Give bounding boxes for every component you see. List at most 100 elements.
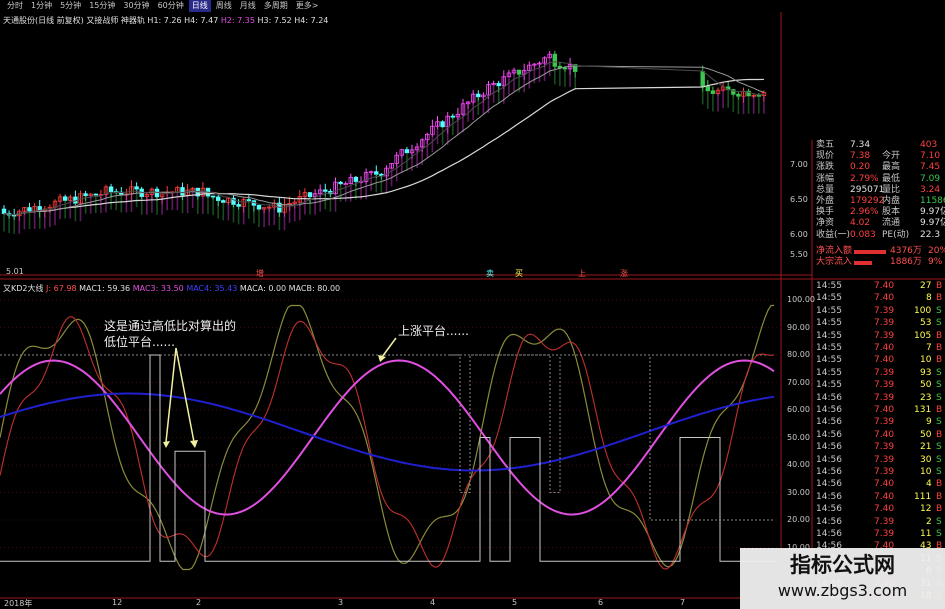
tick-direction: S [936, 467, 942, 477]
quote-row: 卖五 7.34 403 [812, 140, 945, 151]
tick-row[interactable]: 14:56 7.39 21 S [812, 442, 945, 454]
ind-name: 又KD2大线 [3, 284, 44, 293]
tick-row[interactable]: 14:55 7.40 8 B [812, 293, 945, 305]
period-tab[interactable]: 30分钟 [120, 0, 152, 12]
period-tab[interactable]: 多周期 [261, 0, 291, 12]
quote-value-right: 9.97亿 [920, 207, 945, 218]
period-tab[interactable]: 15分钟 [86, 0, 118, 12]
quote-value: 0.20 [850, 162, 871, 173]
period-tab[interactable]: 分时 [4, 0, 26, 12]
period-tab[interactable]: 周线 [213, 0, 235, 12]
tick-direction: S [936, 442, 942, 453]
tick-row[interactable]: 14:55 7.40 10 B [812, 355, 945, 367]
tick-row[interactable]: 14:55 7.39 100 S [812, 306, 945, 318]
tick-row[interactable]: 14:56 7.39 30 S [812, 455, 945, 467]
quote-value: 4.02 [850, 218, 871, 229]
tick-volume: 21 [920, 442, 932, 453]
ind-mac1: MAC1: 59.36 [79, 284, 131, 293]
period-tab[interactable]: 5分钟 [57, 0, 84, 12]
tick-row[interactable]: 14:55 7.39 53 S [812, 318, 945, 330]
tick-price: 7.40 [874, 479, 895, 490]
period-tab[interactable]: 月线 [237, 0, 259, 12]
quote-row: 净资 4.02 流通 9.97亿 [812, 218, 945, 229]
ma-h3: H3: 7.52 [257, 16, 292, 25]
date-axis: 2018年 12 2 3 4 5 6 7 [0, 598, 780, 609]
tick-row[interactable]: 14:55 7.39 105 B [812, 331, 945, 343]
ind-maca: MACA: 0.00 [239, 284, 287, 293]
tick-time: 14:55 [816, 305, 842, 316]
flow-percent: 20% [928, 246, 945, 256]
period-tab[interactable]: 1分钟 [28, 0, 55, 12]
quote-label-right: 最高 [882, 162, 901, 173]
quote-value: 2.79% [850, 173, 879, 184]
candle-body [134, 186, 139, 190]
tick-row[interactable]: 14:56 7.40 131 B [812, 405, 945, 417]
quote-value: 2.96% [850, 207, 879, 218]
candle-body [154, 188, 160, 198]
tick-time: 14:56 [816, 479, 842, 490]
tick-price: 7.40 [874, 343, 895, 353]
price-tick-label: 6.50 [790, 195, 808, 204]
tick-time: 14:56 [816, 491, 842, 502]
indicator-tick-label: 30.00 [787, 487, 810, 497]
candle-body [93, 193, 98, 196]
tick-direction: S [936, 417, 942, 428]
period-tab[interactable]: 更多> [293, 0, 322, 12]
tick-price: 7.39 [874, 380, 895, 391]
tick-row[interactable]: 14:56 7.39 11 S [812, 529, 945, 541]
tick-row[interactable]: 14:55 7.39 93 S [812, 368, 945, 380]
quote-value-right: 115869 [920, 196, 945, 206]
quote-label: 卖五 [816, 140, 835, 150]
tick-volume: 9 [926, 417, 932, 428]
tick-time: 14:55 [816, 330, 842, 341]
flow-percent: 9% [928, 257, 943, 267]
date-tick-label: 4 [430, 598, 436, 607]
ma-legend-label: 神器轨 [120, 16, 145, 25]
ma-h4b: H4: 7.24 [294, 16, 329, 25]
arrow-line [175, 347, 195, 443]
tick-time: 14:55 [816, 355, 842, 366]
indicator-legend: 又KD2大线 J: 67.98 MAC1: 59.36 MAC3: 33.50 … [3, 283, 340, 294]
tick-volume: 93 [920, 367, 932, 378]
tick-row[interactable]: 14:56 7.39 2 S [812, 517, 945, 529]
price-tick-label: 7.00 [790, 160, 808, 169]
quote-row: 涨跌 0.20 最高 7.45 [812, 162, 945, 173]
tick-row[interactable]: 14:56 7.39 9 S [812, 417, 945, 429]
tick-direction: S [936, 516, 942, 527]
tick-row[interactable]: 14:56 7.39 23 S [812, 393, 945, 405]
tick-price: 7.40 [874, 281, 895, 291]
tick-row[interactable]: 14:55 7.39 50 S [812, 380, 945, 392]
signal-mark: 卖 [486, 269, 494, 278]
tick-volume: 53 [920, 318, 932, 329]
tick-time: 14:55 [816, 343, 842, 353]
tick-row[interactable]: 14:56 7.39 10 S [812, 467, 945, 479]
tick-row[interactable]: 14:56 7.40 111 B [812, 492, 945, 504]
annotation-low-platform: 这是通过高低比对算出的低位平台...... [104, 319, 237, 349]
tick-price: 7.40 [874, 491, 895, 502]
tick-time: 14:55 [816, 380, 842, 391]
tick-row[interactable]: 14:56 7.40 4 B [812, 479, 945, 491]
indicator-tick-label: 60.00 [787, 405, 810, 414]
flow-row: 大宗流入 1886万 9% [812, 257, 945, 268]
tick-price: 7.39 [874, 318, 895, 329]
tick-volume: 30 [920, 454, 932, 465]
indicator-tick-label: 80.00 [787, 350, 810, 359]
period-tab[interactable]: 60分钟 [155, 0, 187, 12]
site-watermark: 指标公式网 www.zbgs3.com [740, 548, 945, 609]
tick-volume: 12 [920, 504, 932, 515]
tick-row[interactable]: 14:55 7.40 7 B [812, 343, 945, 355]
tick-time: 14:56 [816, 467, 842, 477]
period-tab[interactable]: 日线 [188, 0, 211, 12]
quote-label: 涨跌 [816, 162, 835, 173]
tick-row[interactable]: 14:56 7.40 50 B [812, 430, 945, 442]
price-tick-label: 6.00 [790, 230, 808, 239]
ind-j: J: 67.98 [46, 284, 77, 293]
candle-body [256, 204, 262, 210]
candle-body [710, 90, 716, 94]
tick-time: 14:56 [816, 454, 842, 465]
tick-row[interactable]: 14:56 7.40 12 B [812, 504, 945, 516]
flow-label: 大宗流入 [816, 257, 853, 267]
tick-row[interactable]: 14:55 7.40 27 B [812, 281, 945, 293]
signal-mark: 涨 [620, 269, 628, 278]
tick-price: 7.39 [874, 516, 895, 527]
